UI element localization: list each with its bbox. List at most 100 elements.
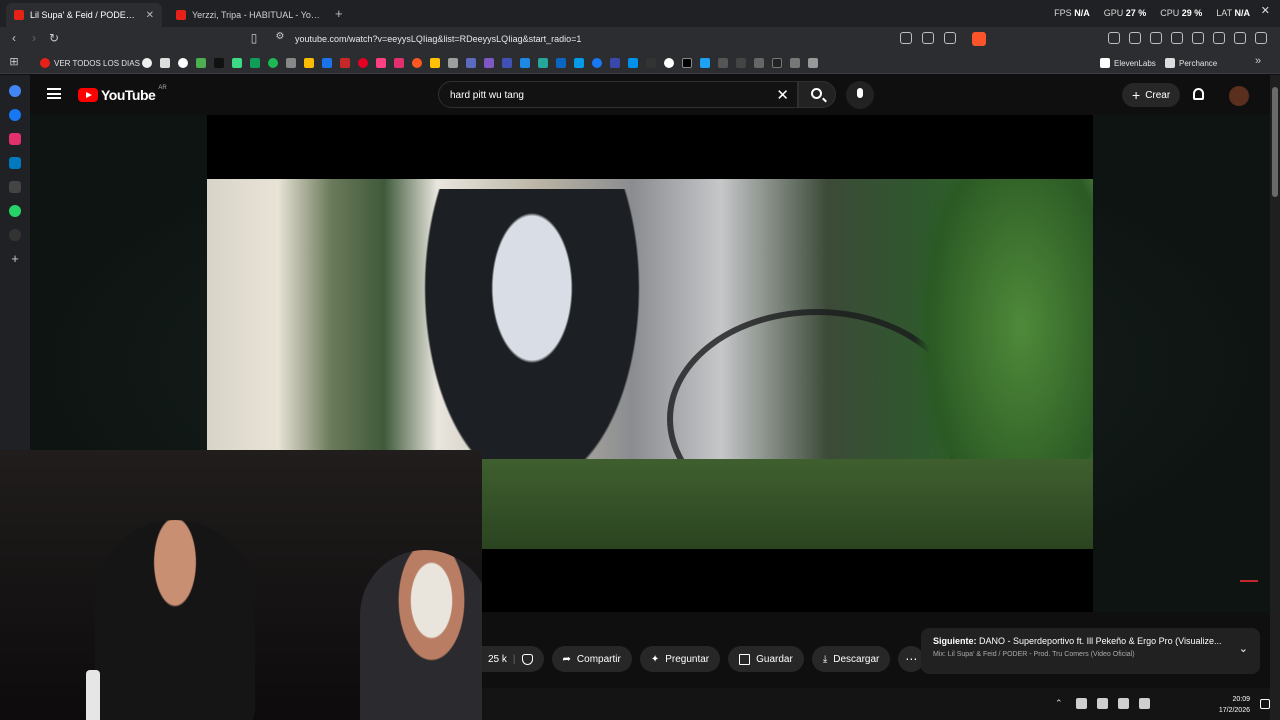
bookmark-icon[interactable] bbox=[520, 58, 530, 68]
bookmark-perchance[interactable]: Perchance bbox=[1165, 58, 1217, 68]
bookmark-icon[interactable] bbox=[628, 58, 638, 68]
bookmark-icon[interactable] bbox=[466, 58, 476, 68]
tab-poder[interactable]: Lil Supa' & Feid / PODER - Pr ✕ bbox=[6, 3, 162, 27]
more-bookmarks-icon[interactable]: » bbox=[1250, 55, 1266, 67]
bookmark-icon[interactable] bbox=[376, 58, 386, 68]
window-close-icon[interactable]: ✕ bbox=[1261, 4, 1270, 17]
instagram-icon[interactable] bbox=[394, 58, 404, 68]
forward-icon[interactable]: › bbox=[26, 31, 42, 45]
clock[interactable]: 20:09 17/2/2026 bbox=[1219, 694, 1250, 716]
bookmark-icon[interactable] bbox=[538, 58, 548, 68]
bookmark-icon[interactable] bbox=[142, 58, 152, 68]
bookmark-icon[interactable] bbox=[484, 58, 494, 68]
menu-icon[interactable] bbox=[1255, 32, 1267, 44]
dislike-icon[interactable] bbox=[521, 653, 533, 665]
tab-habitual[interactable]: Yerzzi, Tripa - HABITUAL - YouTube bbox=[168, 3, 328, 27]
brave-shields-icon[interactable] bbox=[972, 32, 986, 46]
music-icon[interactable] bbox=[1192, 32, 1204, 44]
bookmark-page-icon[interactable]: ▯ bbox=[246, 31, 262, 45]
bookmark-icon[interactable] bbox=[808, 58, 818, 68]
microphone-icon[interactable] bbox=[1097, 698, 1108, 709]
bookmark-icon[interactable] bbox=[574, 58, 584, 68]
bookmark-icon[interactable] bbox=[430, 58, 440, 68]
menu-icon[interactable] bbox=[47, 88, 61, 99]
scroll-thumb[interactable] bbox=[1272, 87, 1278, 197]
bookmark-icon[interactable] bbox=[502, 58, 512, 68]
bookmark-icon[interactable] bbox=[286, 58, 296, 68]
shield-icon[interactable] bbox=[1234, 32, 1246, 44]
download-button[interactable]: ⤓ Descargar bbox=[811, 646, 891, 672]
like-dislike-button[interactable]: 25 k | bbox=[482, 646, 544, 672]
tray-expand-icon[interactable]: ⌃ bbox=[1055, 698, 1066, 709]
network-icon[interactable] bbox=[1118, 698, 1129, 709]
bookmark-icon[interactable] bbox=[646, 58, 656, 68]
bookmark-all-days[interactable]: VER TODOS LOS DIAS bbox=[40, 58, 140, 68]
link-icon[interactable] bbox=[1171, 32, 1183, 44]
bookmark-elevenlabs[interactable]: ElevenLabs bbox=[1100, 58, 1156, 68]
clear-search-icon[interactable]: ✕ bbox=[776, 86, 789, 104]
page-scrollbar[interactable] bbox=[1270, 75, 1280, 720]
notifications-bell-icon[interactable] bbox=[1193, 88, 1204, 100]
bookmark-icon[interactable] bbox=[232, 58, 242, 68]
instagram-icon[interactable] bbox=[9, 133, 21, 145]
pinterest-icon[interactable] bbox=[358, 58, 368, 68]
bookmark-icon[interactable] bbox=[340, 58, 350, 68]
up-next-card[interactable]: Siguiente: DANO - Superdeportivo ft. Ill… bbox=[921, 628, 1260, 674]
extension-icon[interactable] bbox=[1108, 32, 1120, 44]
add-panel-icon[interactable]: + bbox=[9, 252, 21, 265]
trello-icon[interactable] bbox=[9, 157, 21, 169]
apps-grid-icon[interactable]: ⊞ bbox=[6, 55, 22, 68]
bookmark-icon[interactable] bbox=[448, 58, 458, 68]
youtube-logo[interactable]: YouTube AR bbox=[78, 85, 167, 103]
avatar[interactable] bbox=[1229, 86, 1249, 106]
url-field[interactable]: youtube.com/watch?v=eeyysLQIiag&list=RDe… bbox=[295, 34, 581, 44]
share-button[interactable]: ➦ Compartir bbox=[551, 646, 632, 672]
save-button[interactable]: Guardar bbox=[728, 646, 804, 672]
settings-icon[interactable] bbox=[9, 229, 21, 241]
bookmark-icon[interactable] bbox=[790, 58, 800, 68]
create-button[interactable]: + Crear bbox=[1122, 83, 1181, 107]
player-icon[interactable] bbox=[9, 181, 21, 193]
share-page-icon[interactable] bbox=[944, 32, 956, 44]
bookmark-icon[interactable] bbox=[412, 58, 422, 68]
site-info-icon[interactable]: ⚙ bbox=[272, 31, 288, 42]
bookmark-icon[interactable] bbox=[214, 58, 224, 68]
tiktok-icon[interactable] bbox=[772, 58, 782, 68]
notifications-icon[interactable] bbox=[1260, 699, 1270, 709]
bookmark-icon[interactable] bbox=[664, 58, 674, 68]
voice-search-icon[interactable] bbox=[846, 81, 874, 109]
bookmark-icon[interactable] bbox=[718, 58, 728, 68]
bookmark-icon[interactable] bbox=[754, 58, 764, 68]
linkedin-icon[interactable] bbox=[556, 58, 566, 68]
gmail-icon[interactable] bbox=[160, 58, 170, 68]
chevron-down-icon[interactable]: ⌄ bbox=[1239, 642, 1248, 655]
cloud-icon[interactable] bbox=[1076, 698, 1087, 709]
cast-icon[interactable] bbox=[922, 32, 934, 44]
bookmark-icon[interactable] bbox=[322, 58, 332, 68]
volume-icon[interactable] bbox=[1139, 698, 1150, 709]
facebook-icon[interactable] bbox=[592, 58, 602, 68]
new-tab-icon[interactable]: + bbox=[335, 6, 343, 21]
extension-icon[interactable] bbox=[1129, 32, 1141, 44]
bookmark-icon[interactable] bbox=[610, 58, 620, 68]
reload-icon[interactable]: ↻ bbox=[46, 31, 62, 45]
search-input[interactable]: hard pitt wu tang ✕ bbox=[438, 81, 798, 108]
ask-button[interactable]: ✦ Preguntar bbox=[639, 646, 721, 672]
google-icon[interactable] bbox=[178, 58, 188, 68]
x-icon[interactable] bbox=[682, 58, 692, 68]
bookmark-icon[interactable] bbox=[736, 58, 746, 68]
sheets-icon[interactable] bbox=[250, 58, 260, 68]
whatsapp-icon[interactable] bbox=[9, 205, 21, 217]
translate-icon[interactable] bbox=[900, 32, 912, 44]
back-icon[interactable]: ‹ bbox=[6, 31, 22, 45]
maps-icon[interactable] bbox=[196, 58, 206, 68]
google-icon[interactable] bbox=[9, 85, 21, 97]
facebook-icon[interactable] bbox=[9, 109, 21, 121]
drive-icon[interactable] bbox=[304, 58, 314, 68]
download-icon[interactable] bbox=[1150, 32, 1162, 44]
tab-close-icon[interactable]: ✕ bbox=[146, 10, 154, 21]
spotify-icon[interactable] bbox=[268, 58, 278, 68]
bookmark-icon[interactable] bbox=[700, 58, 710, 68]
sidebar-icon[interactable] bbox=[1213, 32, 1225, 44]
search-button[interactable] bbox=[798, 81, 836, 108]
